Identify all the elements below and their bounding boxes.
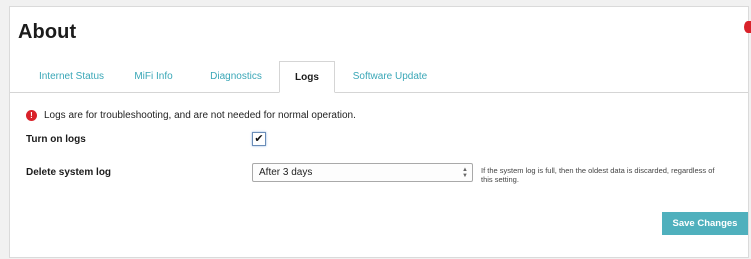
delete-log-help-text: If the system log is full, then the olde… <box>481 166 715 184</box>
tab-mifi-info[interactable]: MiFi Info <box>122 61 185 92</box>
turn-on-logs-label: Turn on logs <box>26 134 86 145</box>
save-changes-button[interactable]: Save Changes <box>662 212 748 235</box>
tab-bar: Internet Status MiFi Info Diagnostics Lo… <box>10 61 748 93</box>
tab-software-update[interactable]: Software Update <box>340 61 440 92</box>
tab-logs[interactable]: Logs <box>279 61 335 93</box>
turn-on-logs-checkbox[interactable]: ✔ <box>252 132 266 146</box>
tab-internet-status[interactable]: Internet Status <box>23 61 120 92</box>
select-value: After 3 days <box>259 167 313 178</box>
alert-indicator-icon <box>744 21 751 33</box>
page-title: About <box>18 21 77 43</box>
logs-notice: ! Logs are for troubleshooting, and are … <box>26 110 356 121</box>
tab-diagnostics[interactable]: Diagnostics <box>196 61 276 92</box>
notice-text: Logs are for troubleshooting, and are no… <box>44 110 356 121</box>
checkmark-icon: ✔ <box>254 132 264 145</box>
select-arrows-icon: ▲ ▼ <box>462 167 468 179</box>
delete-system-log-select[interactable]: After 3 days ▲ ▼ <box>252 163 473 182</box>
about-panel: About Internet Status MiFi Info Diagnost… <box>9 6 751 258</box>
info-icon: ! <box>26 110 37 121</box>
delete-system-log-label: Delete system log <box>26 167 112 178</box>
